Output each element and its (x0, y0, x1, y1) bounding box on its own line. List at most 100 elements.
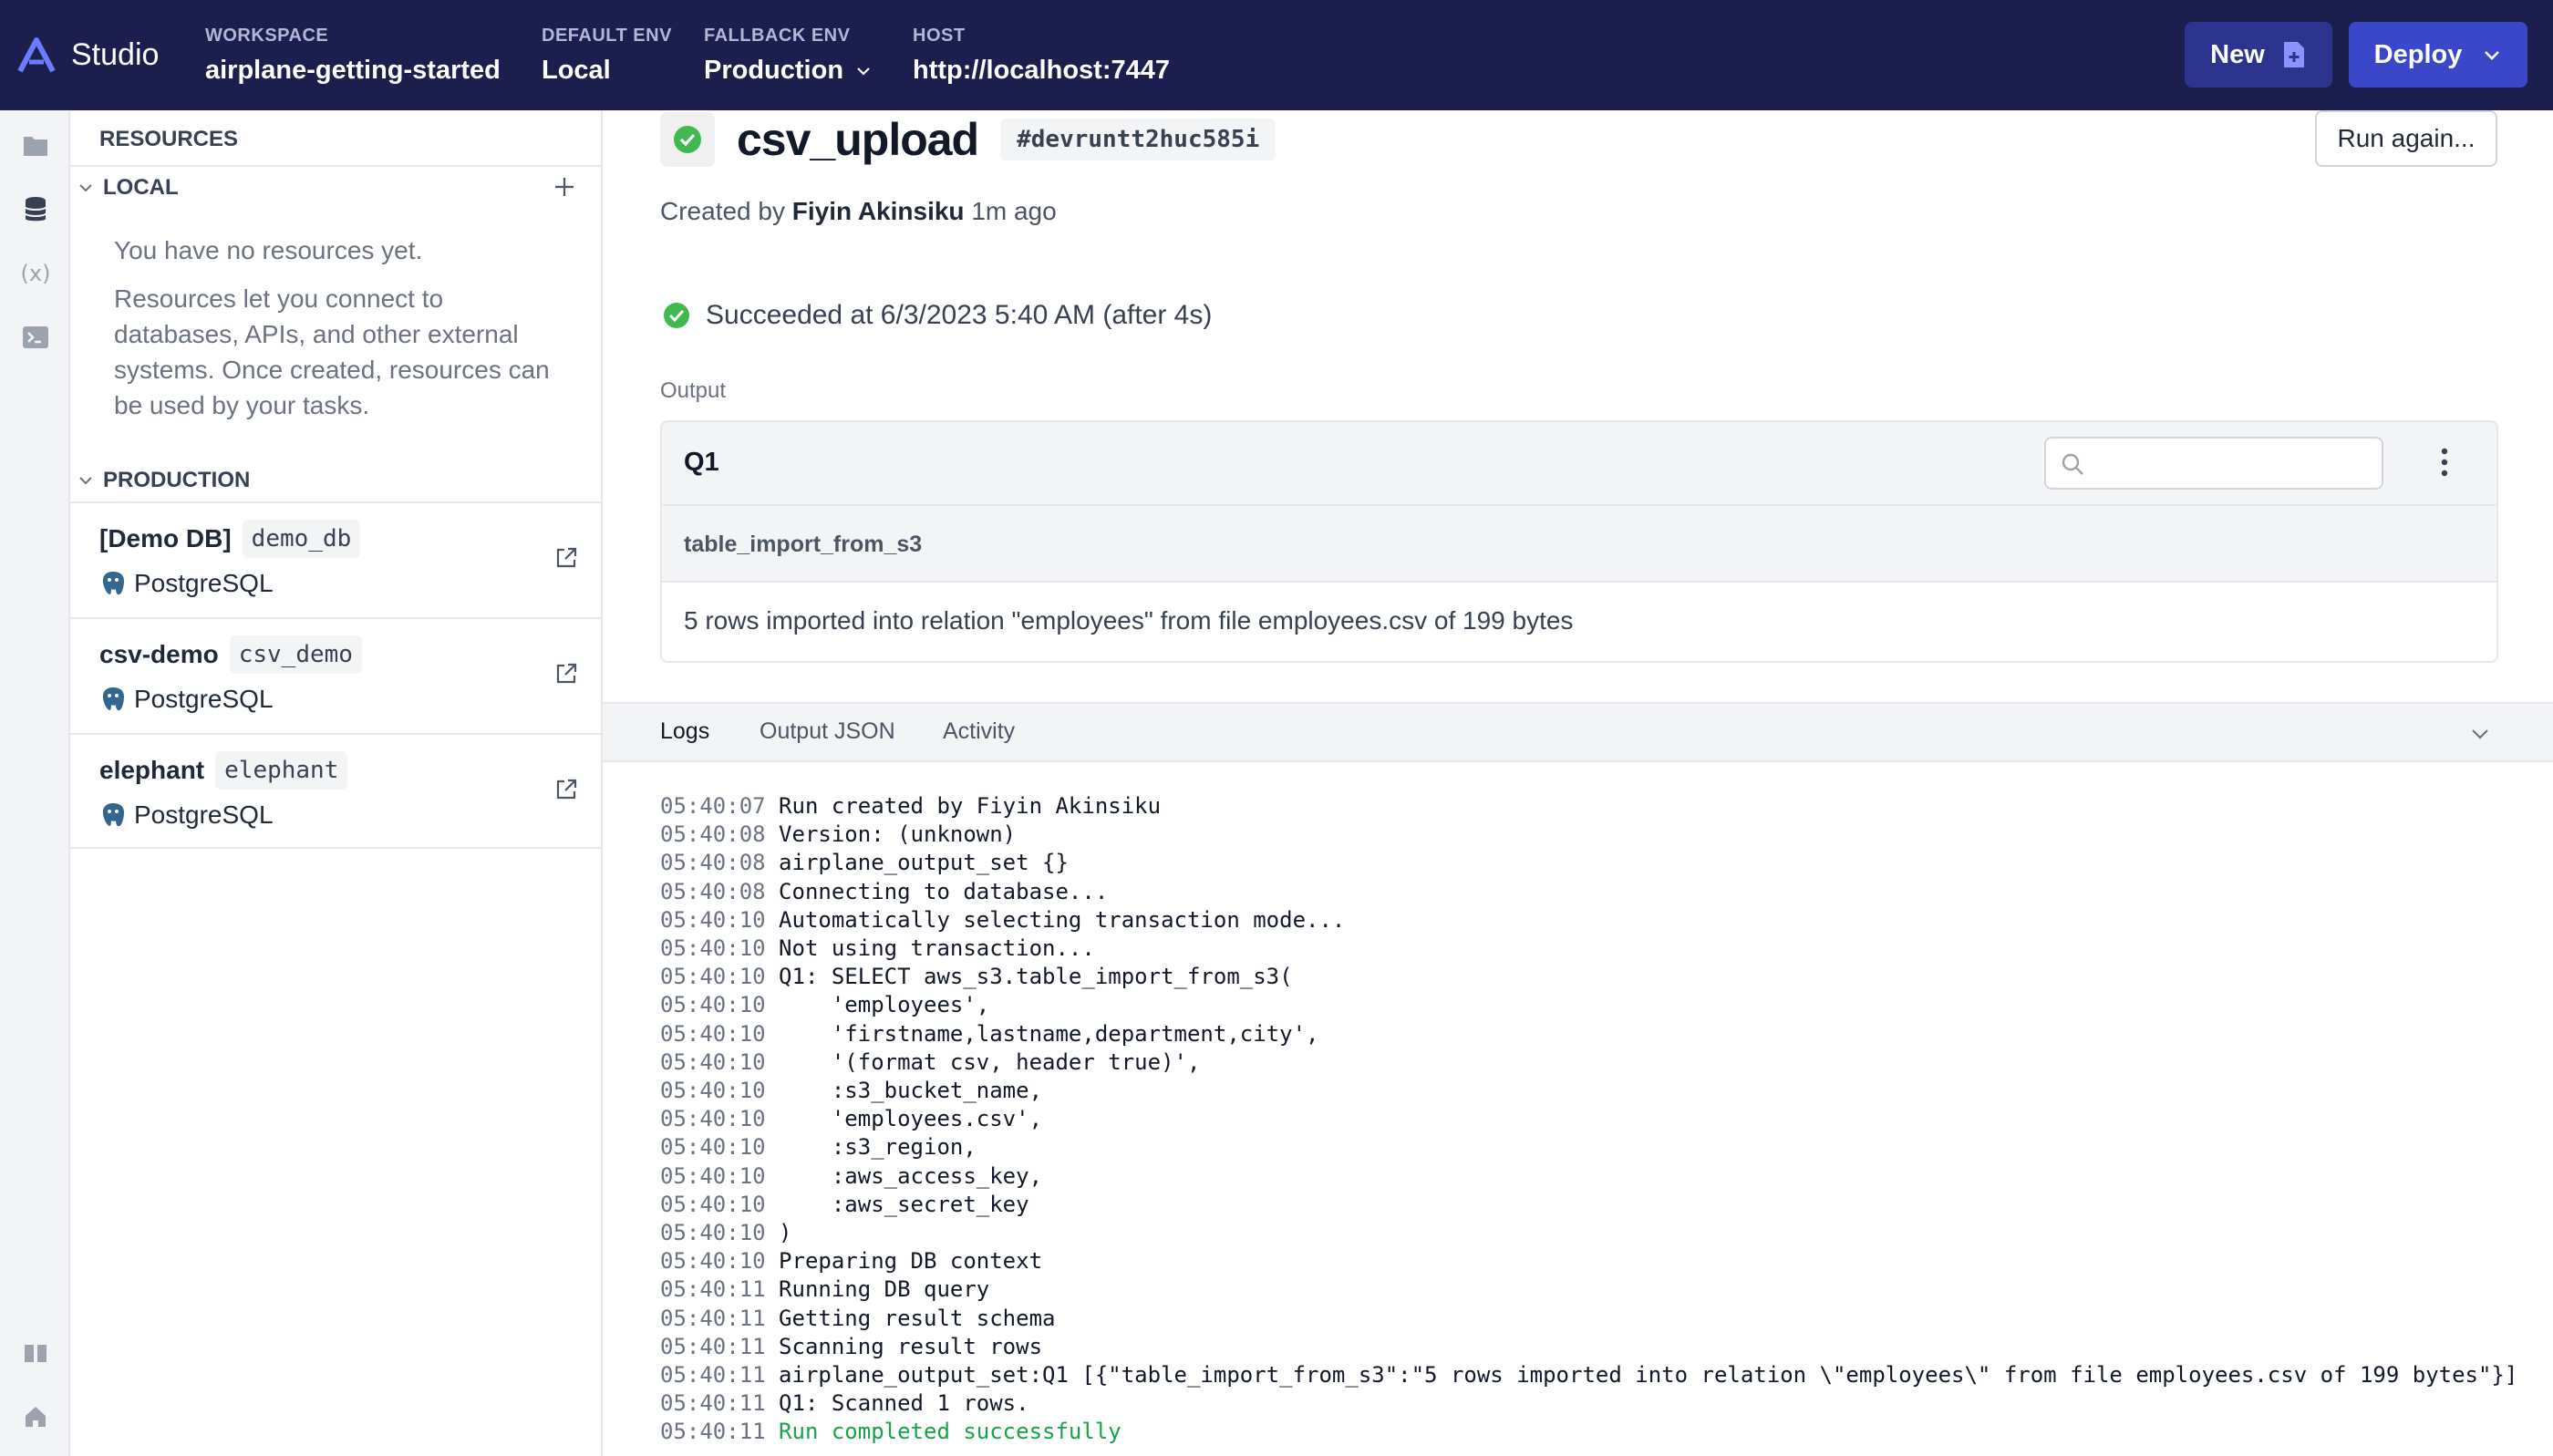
add-resource-icon[interactable] (552, 174, 577, 200)
host-value: http://localhost:7447 (913, 56, 1170, 85)
output-header: Q1 (662, 422, 2496, 506)
log-line: 05:40:10 Q1: SELECT aws_s3.table_import_… (660, 963, 2517, 991)
run-again-button[interactable]: Run again... (2315, 110, 2497, 167)
log-message: Getting result schema (779, 1305, 1056, 1331)
log-timestamp: 05:40:10 (660, 1248, 766, 1275)
search-icon (2062, 453, 2083, 475)
new-file-icon (2283, 42, 2304, 67)
fallback-env-value: Production (704, 56, 844, 85)
production-section-label: PRODUCTION (103, 468, 251, 492)
tab-output-json[interactable]: Output JSON (760, 718, 895, 745)
database-icon[interactable] (18, 192, 53, 227)
log-message: Run completed successfully (779, 1419, 1121, 1445)
top-bar: Studio WORKSPACE airplane-getting-starte… (0, 0, 2553, 110)
log-message: 'employees', (779, 992, 990, 1018)
log-line: 05:40:11 Running DB query (660, 1275, 2517, 1304)
resource-name: [Demo DB] (99, 524, 232, 552)
log-line: 05:40:11 Q1: Scanned 1 rows. (660, 1389, 2517, 1418)
log-message: Version: (unknown) (779, 821, 1017, 848)
resource-type: PostgreSQL (134, 685, 274, 713)
output-search-input[interactable] (2044, 437, 2383, 490)
log-message: :aws_secret_key (779, 1191, 1029, 1217)
log-message: Scanning result rows (779, 1333, 1043, 1359)
local-section-toggle[interactable]: LOCAL (70, 167, 601, 209)
empty-resources: You have no resources yet. Resources let… (70, 209, 601, 460)
tab-logs[interactable]: Logs (660, 718, 709, 745)
log-timestamp: 05:40:10 (660, 1220, 766, 1246)
log-timestamp: 05:40:10 (660, 1020, 766, 1047)
resource-slug: csv_demo (229, 635, 362, 674)
chevron-down-icon (79, 477, 92, 485)
log-line: 05:40:08 Version: (unknown) (660, 821, 2517, 849)
log-timestamp: 05:40:08 (660, 878, 766, 904)
log-timestamp: 05:40:10 (660, 906, 766, 933)
home-icon[interactable] (18, 1399, 53, 1434)
external-link-icon[interactable] (553, 661, 579, 687)
output-query-name: Q1 (684, 448, 719, 477)
new-button-label: New (2210, 39, 2265, 69)
log-line: 05:40:11 airplane_output_set:Q1 [{"table… (660, 1361, 2517, 1389)
brand[interactable]: Studio (15, 33, 159, 77)
fallback-env-select[interactable]: Production (704, 56, 873, 86)
run-status-badge (660, 112, 715, 167)
terminal-icon[interactable] (18, 320, 53, 355)
log-timestamp: 05:40:10 (660, 1162, 766, 1189)
variables-icon[interactable]: (x) (18, 256, 53, 291)
log-message: Connecting to database... (779, 878, 1109, 904)
resource-item[interactable]: elephant elephant PostgreSQL (70, 733, 601, 849)
workspace-value: airplane-getting-started (205, 56, 501, 85)
log-message: 'employees.csv', (779, 1106, 1043, 1132)
host-label: HOST (913, 26, 966, 46)
log-message: Q1: SELECT aws_s3.table_import_from_s3( (779, 964, 1293, 990)
log-timestamp: 05:40:11 (660, 1276, 766, 1303)
created-prefix: Created by (660, 197, 785, 225)
log-message: :s3_bucket_name, (779, 1078, 1043, 1104)
log-message: Running DB query (779, 1276, 990, 1303)
log-line: 05:40:10 Not using transaction... (660, 935, 2517, 963)
new-button[interactable]: New (2185, 22, 2332, 88)
tab-activity[interactable]: Activity (943, 718, 1015, 745)
check-circle-icon (664, 303, 689, 328)
more-options-icon[interactable] (2440, 446, 2449, 479)
resources-panel: RESOURCES LOCAL You have no resources ye… (70, 110, 603, 1456)
created-by: Created by Fiyin Akinsiku 1m ago (660, 197, 1057, 226)
log-timestamp: 05:40:10 (660, 992, 766, 1018)
docs-book-icon[interactable] (18, 1336, 53, 1370)
fallback-env-info[interactable]: FALLBACK ENV Production (704, 26, 873, 86)
run-tabs: Logs Output JSON Activity (603, 702, 2553, 762)
host-info: HOST http://localhost:7447 (913, 26, 1170, 86)
log-line: 05:40:10 :s3_region, (660, 1133, 2517, 1162)
log-line: 05:40:11 Getting result schema (660, 1305, 2517, 1333)
postgresql-icon (102, 572, 124, 595)
log-line: 05:40:08 Connecting to database... (660, 878, 2517, 906)
chevron-down-icon (79, 184, 92, 192)
log-timestamp: 05:40:10 (660, 935, 766, 962)
log-message: :s3_region, (779, 1134, 977, 1161)
log-timestamp: 05:40:10 (660, 964, 766, 990)
log-message: airplane_output_set:Q1 [{"table_import_f… (779, 1362, 2518, 1389)
run-status-text: Succeeded at 6/3/2023 5:40 AM (after 4s) (706, 300, 1213, 330)
run-title: csv_upload (737, 114, 979, 165)
default-env-info: DEFAULT ENV Local (542, 26, 672, 86)
files-icon[interactable] (18, 129, 53, 163)
log-timestamp: 05:40:10 (660, 1106, 766, 1132)
chevron-down-icon (857, 67, 870, 76)
log-line: 05:40:11 Run completed successfully (660, 1418, 2517, 1446)
output-cell: 5 rows imported into relation "employees… (684, 606, 1574, 635)
external-link-icon[interactable] (553, 777, 579, 802)
chevron-down-icon[interactable] (2468, 722, 2492, 746)
resource-item[interactable]: csv-demo csv_demo PostgreSQL (70, 617, 601, 733)
log-timestamp: 05:40:11 (660, 1362, 766, 1389)
resource-list: [Demo DB] demo_db PostgreSQL csv-demo cs… (70, 501, 601, 849)
resource-item[interactable]: [Demo DB] demo_db PostgreSQL (70, 501, 601, 617)
resource-type: PostgreSQL (134, 800, 274, 829)
default-env-label: DEFAULT ENV (542, 26, 672, 46)
log-timestamp: 05:40:10 (660, 1134, 766, 1161)
default-env-value: Local (542, 56, 611, 85)
deploy-button[interactable]: Deploy (2349, 22, 2527, 88)
log-line: 05:40:10 ) (660, 1219, 2517, 1247)
resource-name: elephant (99, 756, 205, 784)
external-link-icon[interactable] (553, 545, 579, 571)
production-section-toggle[interactable]: PRODUCTION (70, 460, 601, 501)
log-output: 05:40:07 Run created by Fiyin Akinsiku 05… (660, 792, 2517, 1447)
